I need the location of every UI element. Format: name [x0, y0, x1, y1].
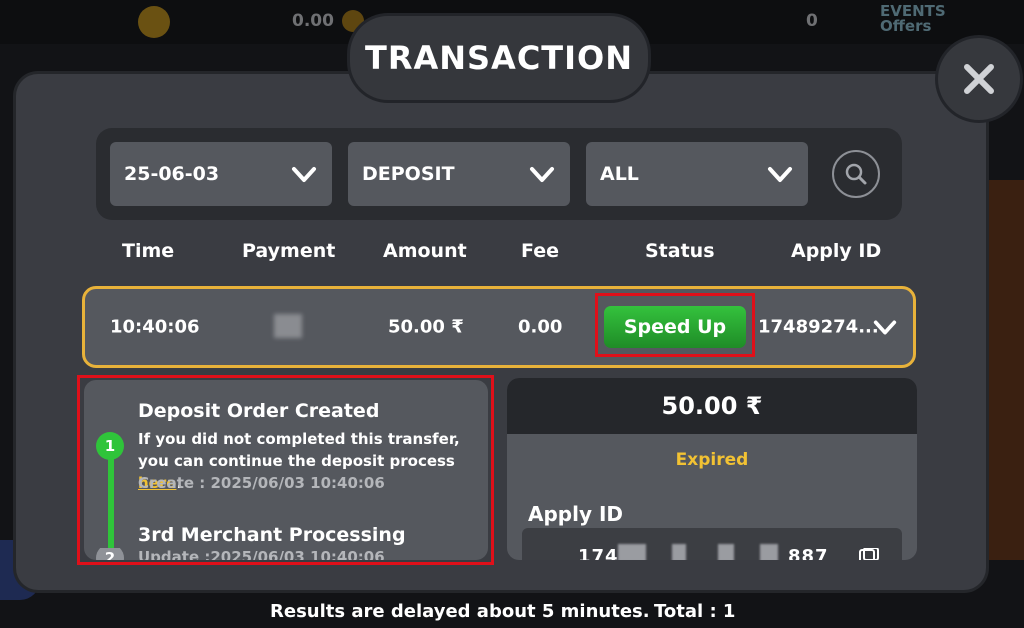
delay-note: Results are delayed about 5 minutes. — [270, 601, 650, 622]
apply-id-blurred — [618, 544, 646, 560]
date-value: 25-06-03 — [124, 163, 220, 185]
date-dropdown[interactable]: 25-06-03 — [110, 142, 332, 206]
chevron-down-icon[interactable] — [872, 314, 898, 340]
column-header-time: Time — [122, 240, 175, 262]
status-value: ALL — [600, 163, 639, 185]
row-amount: 50.00 ₹ — [388, 316, 464, 338]
apply-id-blurred — [718, 544, 734, 560]
apply-id-blurred — [760, 544, 778, 560]
coin-icon — [138, 6, 170, 38]
payment-method-blurred — [274, 314, 302, 338]
speed-up-highlight — [595, 293, 755, 357]
total-count: Total : 1 — [654, 601, 736, 622]
column-header-fee: Fee — [521, 240, 559, 262]
detail-amount: 50.00 ₹ — [507, 378, 917, 434]
row-fee: 0.00 — [518, 316, 563, 338]
apply-id-field: 174 887 — [522, 528, 902, 560]
modal-title: TRANSACTION — [350, 16, 648, 100]
chevron-down-icon — [292, 167, 316, 182]
chevron-down-icon — [530, 167, 554, 182]
type-dropdown[interactable]: DEPOSIT — [348, 142, 570, 206]
status-dropdown[interactable]: ALL — [586, 142, 808, 206]
search-icon — [845, 163, 867, 185]
timeline-highlight — [77, 375, 494, 565]
apply-id-blurred — [672, 544, 686, 560]
background-side-banner — [980, 180, 1024, 560]
events-offers-banner: EVENTS Offers — [880, 4, 946, 34]
row-apply-id: 17489274... — [758, 316, 879, 338]
column-header-payment: Payment — [242, 240, 336, 262]
column-header-amount: Amount — [383, 240, 467, 262]
column-header-apply-id: Apply ID — [791, 240, 882, 262]
row-time: 10:40:06 — [110, 316, 200, 338]
background-count: 0 — [806, 11, 818, 31]
detail-status: Expired — [675, 450, 749, 470]
type-value: DEPOSIT — [362, 163, 455, 185]
offers-label: Offers — [880, 17, 932, 35]
background-balance: 0.00 — [292, 11, 334, 31]
copy-icon[interactable] — [858, 548, 880, 560]
column-header-status: Status — [645, 240, 715, 262]
search-button[interactable] — [832, 150, 880, 198]
detail-apply-id-label: Apply ID — [528, 502, 624, 526]
close-icon — [964, 64, 994, 94]
apply-id-prefix: 174 — [578, 546, 619, 560]
close-button[interactable] — [938, 38, 1020, 120]
chevron-down-icon — [768, 167, 792, 182]
apply-id-suffix: 887 — [788, 546, 829, 560]
